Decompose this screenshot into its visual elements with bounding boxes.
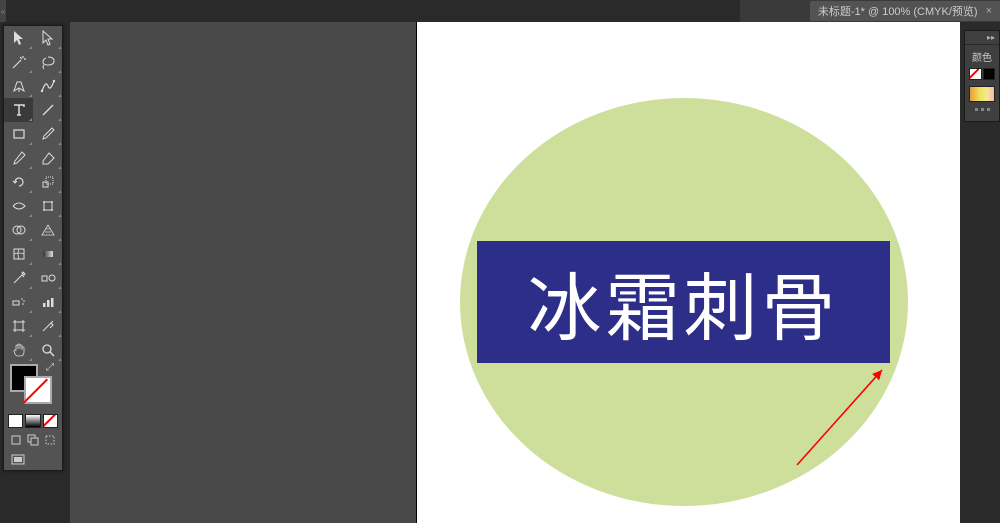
document-title: 未标题-1* @ 100% (CMYK/预览)	[818, 3, 978, 19]
perspective-grid-tool[interactable]	[33, 218, 62, 242]
shape-builder-tool[interactable]	[4, 218, 33, 242]
panel-swatch-none[interactable]	[969, 68, 982, 80]
document-tab-bar: 未标题-1* @ 100% (CMYK/预览) ×	[740, 0, 1000, 22]
tools-panel: ⤢	[3, 25, 63, 471]
color-mode-gradient[interactable]	[25, 414, 40, 428]
mesh-tool[interactable]	[4, 242, 33, 266]
eraser-tool[interactable]	[33, 146, 62, 170]
panel-swatch-black[interactable]	[983, 68, 996, 80]
color-panel-collapsed: ▸▸ 颜色	[964, 30, 1000, 122]
width-tool[interactable]	[4, 194, 33, 218]
panel-more-indicator	[965, 104, 999, 115]
type-tool[interactable]	[4, 98, 33, 122]
document-tab[interactable]: 未标题-1* @ 100% (CMYK/预览) ×	[810, 1, 1000, 21]
draw-behind-mode[interactable]	[25, 432, 40, 448]
draw-normal-mode[interactable]	[8, 432, 23, 448]
pen-tool[interactable]	[4, 74, 33, 98]
paintbrush-tool[interactable]	[33, 122, 62, 146]
fill-stroke-swatches: ⤢	[4, 362, 62, 412]
artwork-text[interactable]: 冰霜刺骨	[528, 249, 840, 356]
pencil-tool[interactable]	[4, 146, 33, 170]
artboard-tool[interactable]	[4, 314, 33, 338]
swap-fill-stroke-icon[interactable]: ⤢	[46, 362, 54, 373]
color-mode-none[interactable]	[43, 414, 58, 428]
canvas-area[interactable]: 冰霜刺骨	[70, 22, 960, 523]
hand-tool[interactable]	[4, 338, 33, 362]
change-screen-mode[interactable]	[8, 452, 28, 468]
symbol-sprayer-tool[interactable]	[4, 290, 33, 314]
panel-expand[interactable]: ▸▸	[965, 31, 999, 45]
direct-selection-tool[interactable]	[33, 26, 62, 50]
drawing-mode-row	[4, 430, 62, 450]
gradient-tool[interactable]	[33, 242, 62, 266]
zoom-tool[interactable]	[33, 338, 62, 362]
screen-mode-row	[4, 450, 62, 470]
draw-inside-mode[interactable]	[43, 432, 58, 448]
magic-wand-tool[interactable]	[4, 50, 33, 74]
curvature-pen-tool[interactable]	[33, 74, 62, 98]
color-panel-label[interactable]: 颜色	[965, 47, 999, 66]
tab-strip-collapse[interactable]: «	[0, 0, 6, 22]
blend-tool[interactable]	[33, 266, 62, 290]
artboard[interactable]: 冰霜刺骨	[417, 22, 960, 523]
text-frame[interactable]: 冰霜刺骨	[477, 241, 890, 363]
line-segment-tool[interactable]	[33, 98, 62, 122]
color-mode-solid[interactable]	[8, 414, 23, 428]
column-graph-tool[interactable]	[33, 290, 62, 314]
rotate-tool[interactable]	[4, 170, 33, 194]
panel-spectrum[interactable]	[969, 86, 995, 102]
lasso-tool[interactable]	[33, 50, 62, 74]
rectangle-tool[interactable]	[4, 122, 33, 146]
scale-tool[interactable]	[33, 170, 62, 194]
selection-tool[interactable]	[4, 26, 33, 50]
close-icon[interactable]: ×	[986, 5, 992, 17]
slice-tool[interactable]	[33, 314, 62, 338]
color-mode-row	[4, 412, 62, 430]
stroke-color-swatch[interactable]	[24, 376, 52, 404]
free-transform-tool[interactable]	[33, 194, 62, 218]
eyedropper-tool[interactable]	[4, 266, 33, 290]
